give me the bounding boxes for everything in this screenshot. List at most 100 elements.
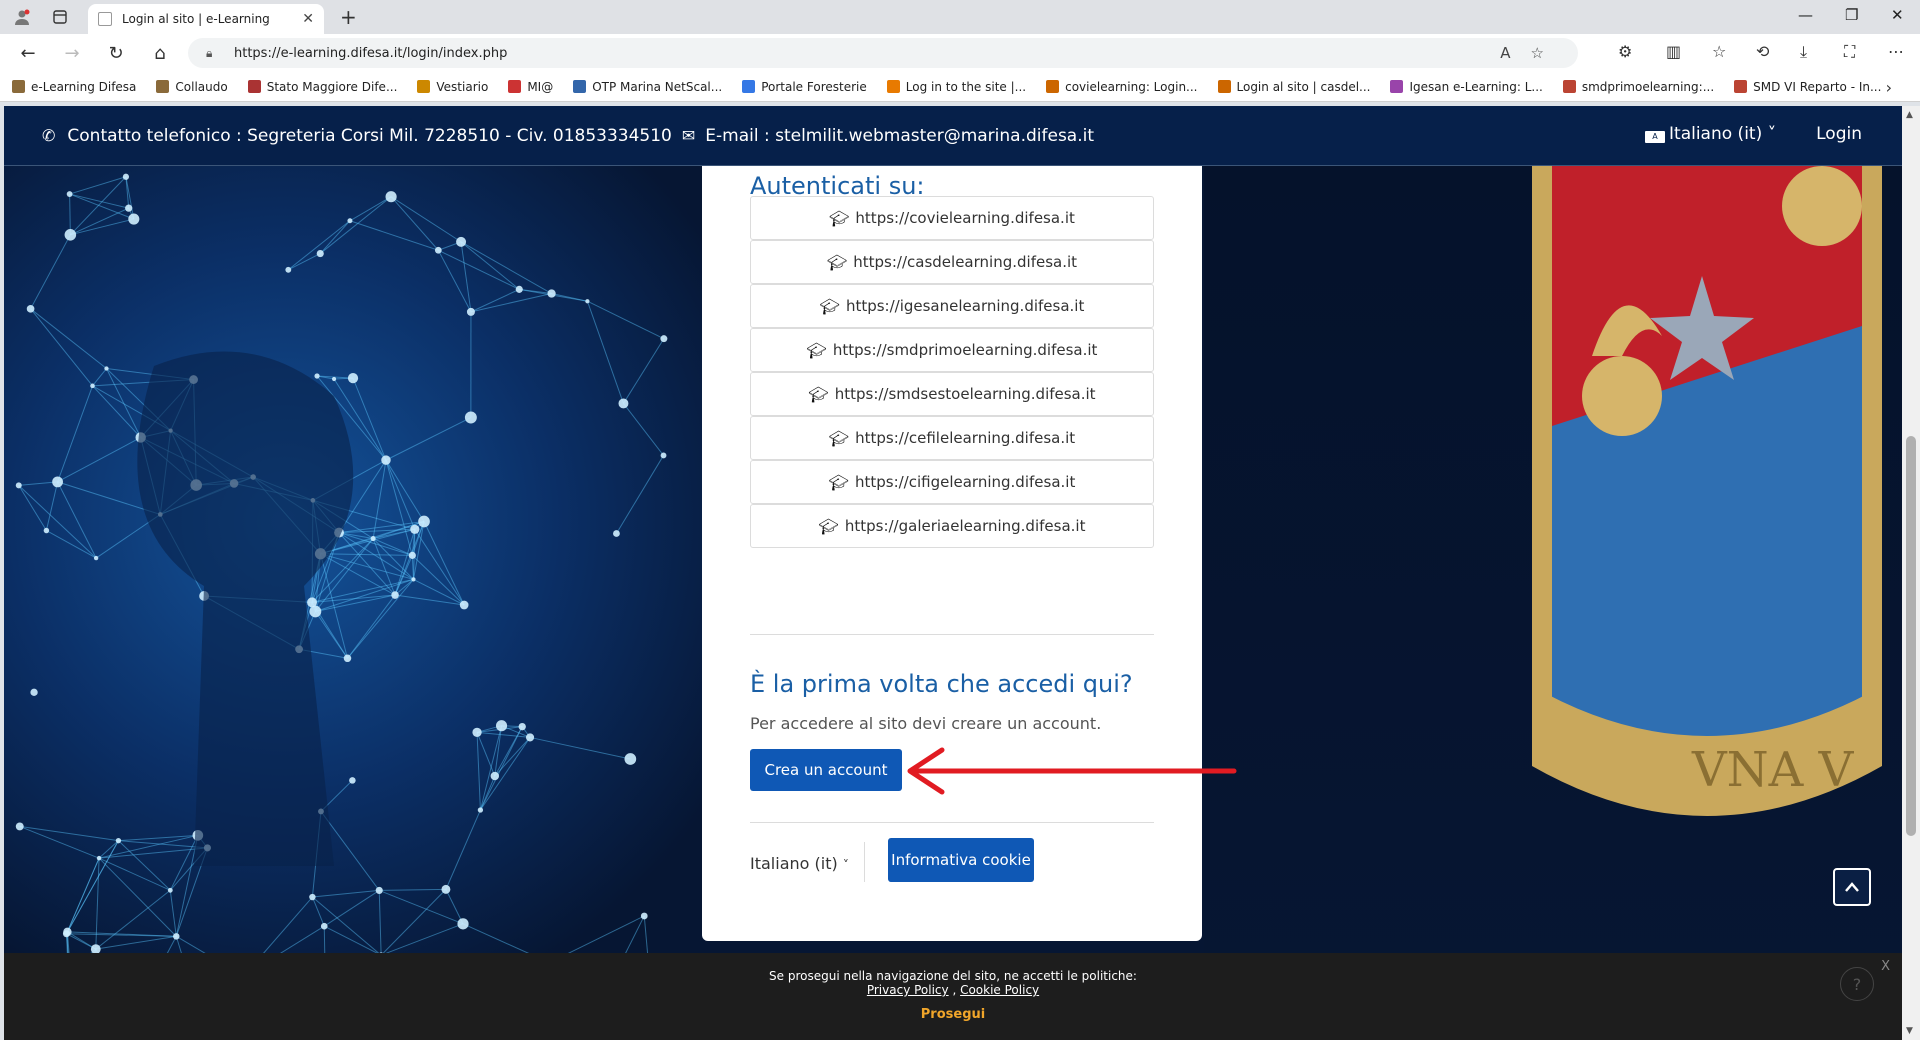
scroll-down-icon[interactable]: ▼: [1906, 1026, 1913, 1036]
bookmark-favicon-icon: [247, 80, 261, 93]
bookmark-label: covielearning: Login...: [1065, 79, 1198, 94]
extensions-icon[interactable]: ⚙: [1618, 42, 1632, 61]
bookmark-favicon-icon: [742, 80, 756, 93]
identity-provider-button[interactable]: 🎓︎ https://covielearning.difesa.it: [750, 196, 1154, 240]
home-icon[interactable]: ⌂: [148, 42, 172, 64]
bookmarks-bar: e-Learning Difesa Collaudo Stato Maggiore …: [0, 72, 1920, 102]
scroll-up-icon[interactable]: ▲: [1906, 110, 1913, 120]
bookmark-label: smdprimoelearning:...: [1581, 79, 1715, 94]
new-tab-icon[interactable]: +: [340, 5, 357, 29]
language-menu[interactable]: A Italiano ‎(it)‎ ˅: [1645, 124, 1776, 144]
language-icon: A: [1645, 131, 1666, 143]
bookmark-item[interactable]: e-Learning Difesa: [12, 80, 136, 94]
menu-icon[interactable]: ⋯: [1888, 42, 1904, 61]
footer-language-label: Italiano ‎(it)‎: [750, 854, 838, 873]
cookie-consent-bar: Se prosegui nella navigazione del sito, …: [4, 953, 1902, 1040]
identity-provider-label: https://covielearning.difesa.it: [855, 209, 1075, 227]
help-icon[interactable]: ?: [1840, 967, 1874, 1001]
bookmark-item[interactable]: Igesan e-Learning: L...: [1390, 80, 1543, 94]
profile-icon[interactable]: [12, 7, 32, 27]
cookie-info-button[interactable]: Informativa cookie: [888, 838, 1034, 882]
bookmark-item[interactable]: Vestiario: [417, 80, 488, 94]
downloads-icon[interactable]: ⤓: [1800, 42, 1807, 62]
bookmark-favicon-icon: [886, 80, 900, 93]
bookmark-favicon-icon: [1046, 80, 1060, 93]
identity-provider-button[interactable]: 🎓︎ https://casdelearning.difesa.it: [750, 240, 1154, 284]
split-screen-icon[interactable]: ▥: [1666, 42, 1681, 61]
identity-provider-button[interactable]: 🎓︎ https://igesanelearning.difesa.it: [750, 284, 1154, 328]
login-link[interactable]: Login: [1816, 124, 1862, 144]
back-icon[interactable]: ←: [16, 42, 40, 64]
favorites-icon[interactable]: ☆: [1712, 42, 1726, 61]
bookmark-label: e-Learning Difesa: [31, 79, 137, 94]
page-scrollbar[interactable]: ▲ ▼: [1902, 106, 1920, 1040]
read-aloud-icon[interactable]: A: [1500, 44, 1530, 62]
first-time-title: È la prima volta che accedi qui?: [750, 670, 1133, 698]
cookie-close-icon[interactable]: X: [1881, 959, 1890, 974]
create-account-button[interactable]: Crea un account: [750, 749, 902, 791]
footer-language-menu[interactable]: Italiano ‎(it)‎ ˅: [750, 854, 849, 873]
more-bookmarks-icon[interactable]: ›: [1886, 78, 1892, 97]
site-top-nav: ✆ Contatto telefonico : Segreteria Corsi…: [4, 106, 1902, 166]
tab-actions-icon[interactable]: [50, 7, 70, 27]
crest-emblem-icon: VNA V: [1532, 166, 1882, 816]
minimize-icon[interactable]: —: [1798, 6, 1813, 24]
identity-provider-label: https://casdelearning.difesa.it: [853, 253, 1078, 271]
back-to-top-button[interactable]: [1833, 868, 1871, 906]
graduation-cap-icon: 🎓︎: [829, 208, 850, 228]
restore-icon[interactable]: ❐: [1845, 6, 1858, 24]
bookmark-label: Stato Maggiore Dife...: [266, 79, 398, 94]
identity-provider-label: https://smdprimoelearning.difesa.it: [832, 341, 1098, 359]
graduation-cap-icon: 🎓︎: [826, 252, 848, 272]
bookmark-favicon-icon: [1217, 80, 1231, 93]
window-close-icon[interactable]: ✕: [1891, 6, 1904, 24]
bookmark-item[interactable]: Login al sito | casdel...: [1217, 80, 1370, 94]
tab-title: Login al sito | e-Learning: [122, 12, 270, 26]
continue-link[interactable]: Prosegui: [4, 1007, 1902, 1022]
close-tab-icon[interactable]: ✕: [302, 11, 314, 27]
forward-icon[interactable]: →: [60, 42, 84, 64]
bookmark-item[interactable]: Stato Maggiore Dife...: [247, 79, 398, 94]
bookmark-favicon-icon: [573, 80, 587, 93]
bookmark-item[interactable]: smdprimoelearning:...: [1562, 79, 1715, 94]
history-icon[interactable]: ⟲: [1756, 42, 1769, 61]
bookmark-item[interactable]: MI@: [508, 80, 553, 94]
annotation-arrow-icon: [907, 747, 1237, 795]
bookmark-favicon-icon: [417, 80, 431, 93]
first-time-description: Per accedere al sito devi creare un acco…: [750, 714, 1102, 733]
favorite-star-icon[interactable]: ☆: [1531, 44, 1564, 62]
screenshot-icon[interactable]: ⛶: [1844, 42, 1855, 62]
url-bar[interactable]: 🔒︎ https://e-learning.difesa.it/login/in…: [188, 38, 1578, 68]
identity-provider-label: https://cefilelearning.difesa.it: [855, 429, 1076, 447]
identity-provider-button[interactable]: 🎓︎ https://galeriaelearning.difesa.it: [750, 504, 1154, 548]
url-actions: A☆: [1500, 44, 1564, 62]
bookmark-item[interactable]: SMD VI Reparto - In...: [1734, 80, 1881, 94]
chevron-down-icon: ˅: [842, 858, 849, 872]
reload-icon[interactable]: ↻: [104, 42, 128, 64]
cookie-policy-link[interactable]: Cookie Policy: [960, 983, 1039, 997]
tab-active[interactable]: Login al sito | e-Learning ✕: [88, 4, 324, 34]
graduation-cap-icon: 🎓︎: [828, 428, 850, 448]
identity-provider-button[interactable]: 🎓︎ https://cefilelearning.difesa.it: [750, 416, 1154, 460]
bookmark-item[interactable]: OTP Marina NetScal...: [573, 80, 722, 94]
identity-provider-button[interactable]: 🎓︎ https://smdsestoelearning.difesa.it: [750, 372, 1154, 416]
graduation-cap-icon: 🎓︎: [808, 384, 829, 404]
bookmark-label: SMD VI Reparto - In...: [1753, 79, 1882, 94]
browser-address-bar: ← → ↻ ⌂ 🔒︎ https://e-learning.difesa.it/…: [0, 34, 1920, 72]
scrollbar-thumb[interactable]: [1906, 436, 1916, 836]
privacy-policy-link[interactable]: Privacy Policy: [867, 983, 949, 997]
lock-icon: 🔒︎: [206, 45, 213, 60]
graduation-cap-icon: 🎓︎: [806, 340, 827, 360]
bookmark-item[interactable]: Portale Foresterie: [742, 80, 867, 94]
footer-separator: [864, 842, 865, 882]
divider: [750, 634, 1154, 635]
bookmark-item[interactable]: Log in to the site |...: [886, 80, 1026, 94]
identity-provider-button[interactable]: 🎓︎ https://smdprimoelearning.difesa.it: [750, 328, 1154, 372]
bookmark-item[interactable]: covielearning: Login...: [1046, 79, 1198, 94]
browser-tab-bar: Login al sito | e-Learning ✕ + — ❐ ✕: [0, 0, 1920, 34]
bookmark-favicon-icon: [1390, 80, 1404, 93]
identity-provider-button[interactable]: 🎓︎ https://cifigelearning.difesa.it: [750, 460, 1154, 504]
bookmark-item[interactable]: Collaudo: [156, 80, 228, 94]
login-card: Autenticati su: 🎓︎ https://covielearning.…: [702, 166, 1202, 941]
identity-provider-label: https://galeriaelearning.difesa.it: [844, 517, 1086, 535]
